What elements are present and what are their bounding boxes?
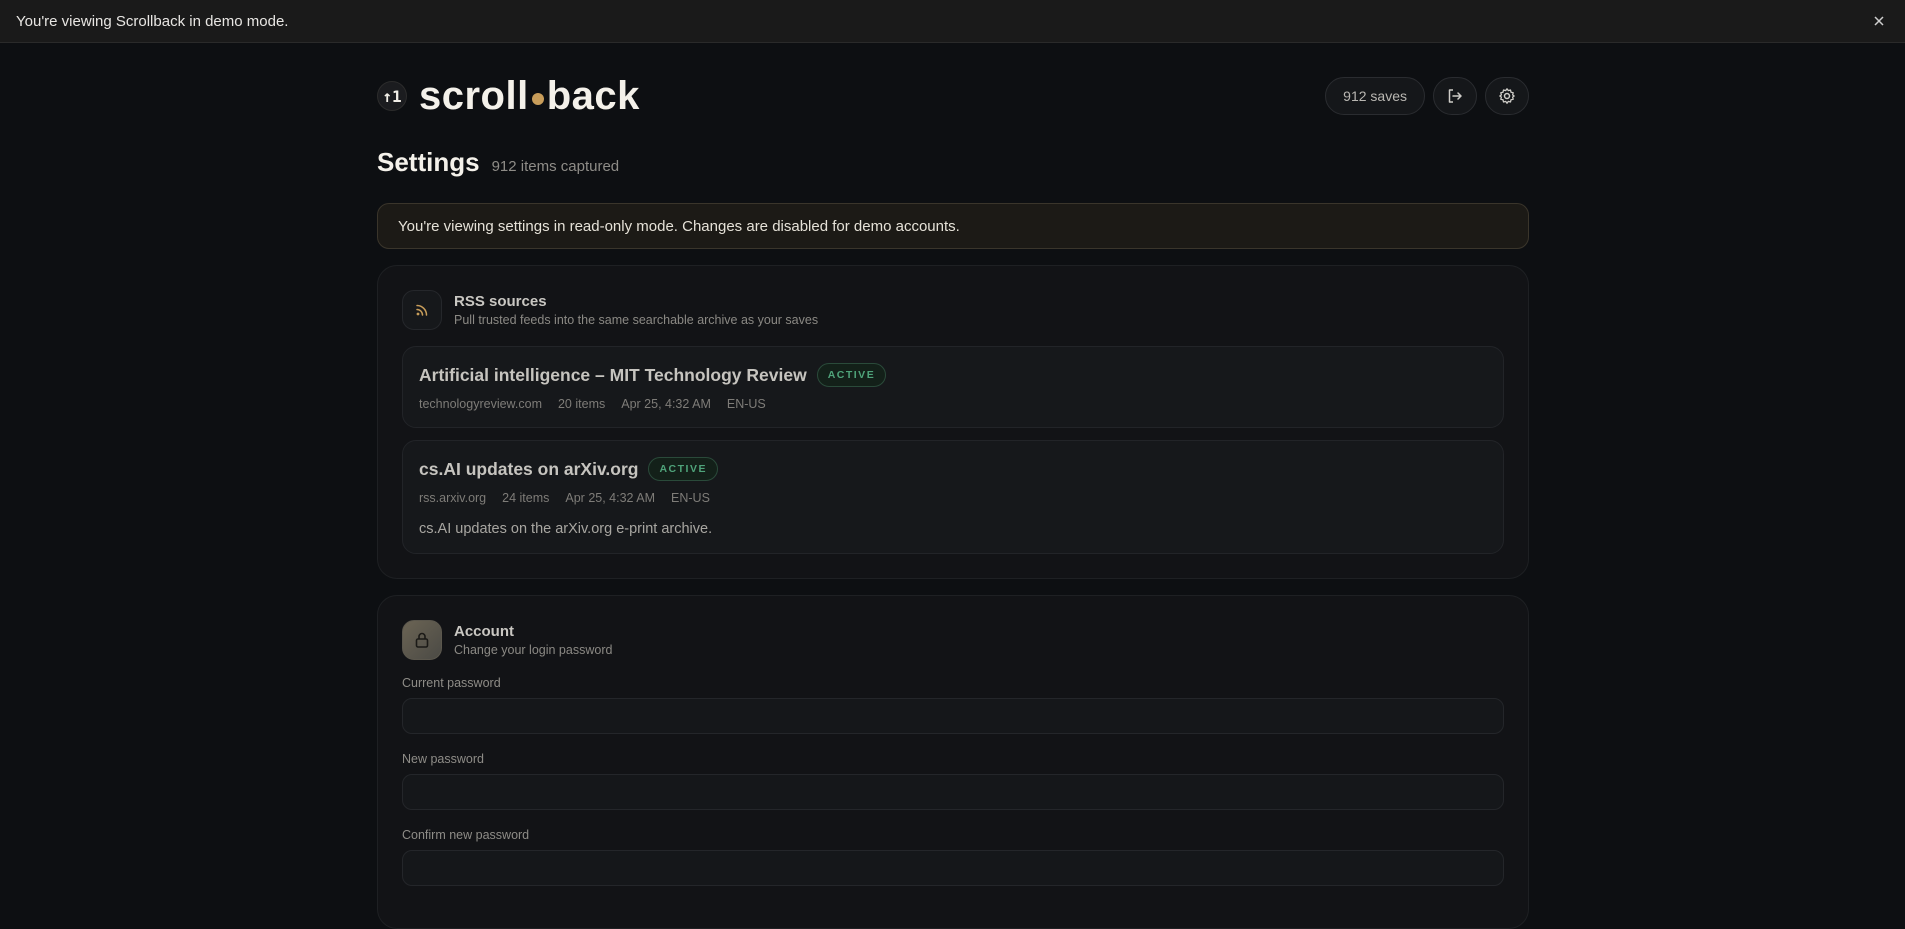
feed-meta: rss.arxiv.org 24 items Apr 25, 4:32 AM E… [419,491,1487,505]
lock-icon [402,620,442,660]
account-title: Account [454,623,514,640]
rss-sources-header: RSS sources Pull trusted feeds into the … [402,290,1504,330]
saves-count-pill[interactable]: 912 saves [1325,77,1425,115]
feed-description: cs.AI updates on the arXiv.org e-print a… [419,521,713,537]
header-actions: 912 saves [1325,77,1529,115]
wordmark-right: back [546,73,640,118]
feed-updated: Apr 25, 4:32 AM [565,491,656,505]
readonly-notice: You're viewing settings in read-only mod… [377,203,1529,249]
feed-meta: technologyreview.com 20 items Apr 25, 4:… [419,397,1487,411]
wordmark: scroll back [419,74,640,119]
confirm-password-label: Confirm new password [402,828,530,842]
settings-page: ↑1 scroll back 912 saves Settings 912 it… [377,43,1529,929]
rss-sources-card: RSS sources Pull trusted feeds into the … [377,265,1529,579]
wordmark-dot [531,93,544,105]
feed-updated: Apr 25, 4:32 AM [621,397,711,411]
page-title: Settings [377,147,480,177]
logout-icon [1448,89,1462,103]
demo-banner-message: You're viewing Scrollback in demo mode. [16,12,289,30]
current-password-label: Current password [402,676,501,690]
account-header: Account Change your login password [402,620,1504,660]
feed-item[interactable]: cs.AI updates on arXiv.org ACTIVE rss.ar… [402,440,1504,554]
feed-item-count: 24 items [502,491,550,505]
new-password-field[interactable] [402,774,1504,810]
wordmark-left: scroll [419,73,529,118]
status-badge: ACTIVE [816,363,887,387]
page-title-row: Settings 912 items captured [377,147,1529,189]
confirm-password-field[interactable] [402,850,1504,886]
status-badge: ACTIVE [648,457,718,481]
settings-button[interactable] [1485,77,1529,115]
demo-mode-banner: You're viewing Scrollback in demo mode. [0,0,1905,43]
feed-domain: rss.arxiv.org [419,491,487,505]
feed-item-count: 20 items [557,397,606,411]
logo-icon: ↑1 [377,81,407,111]
account-card: Account Change your login password Curre… [377,595,1529,929]
app-header: ↑1 scroll back 912 saves [377,43,1529,143]
account-description: Change your login password [454,643,613,657]
gear-icon [1499,88,1515,104]
rss-icon [402,290,442,330]
feed-locale: EN-US [726,397,766,411]
close-icon[interactable] [1869,11,1889,31]
logout-button[interactable] [1433,77,1477,115]
feed-name: cs.AI updates on arXiv.org [419,458,639,479]
feed-locale: EN-US [671,491,710,505]
feed-name: Artificial intelligence – MIT Technology… [419,364,807,385]
brand[interactable]: ↑1 scroll back [377,74,640,119]
rss-sources-description: Pull trusted feeds into the same searcha… [454,313,819,327]
current-password-field[interactable] [402,698,1504,734]
page-subtitle: 912 items captured [491,158,620,175]
feed-item[interactable]: Artificial intelligence – MIT Technology… [402,346,1504,428]
feed-domain: technologyreview.com [419,397,542,411]
new-password-label: New password [402,752,484,766]
rss-sources-title: RSS sources [454,293,547,310]
